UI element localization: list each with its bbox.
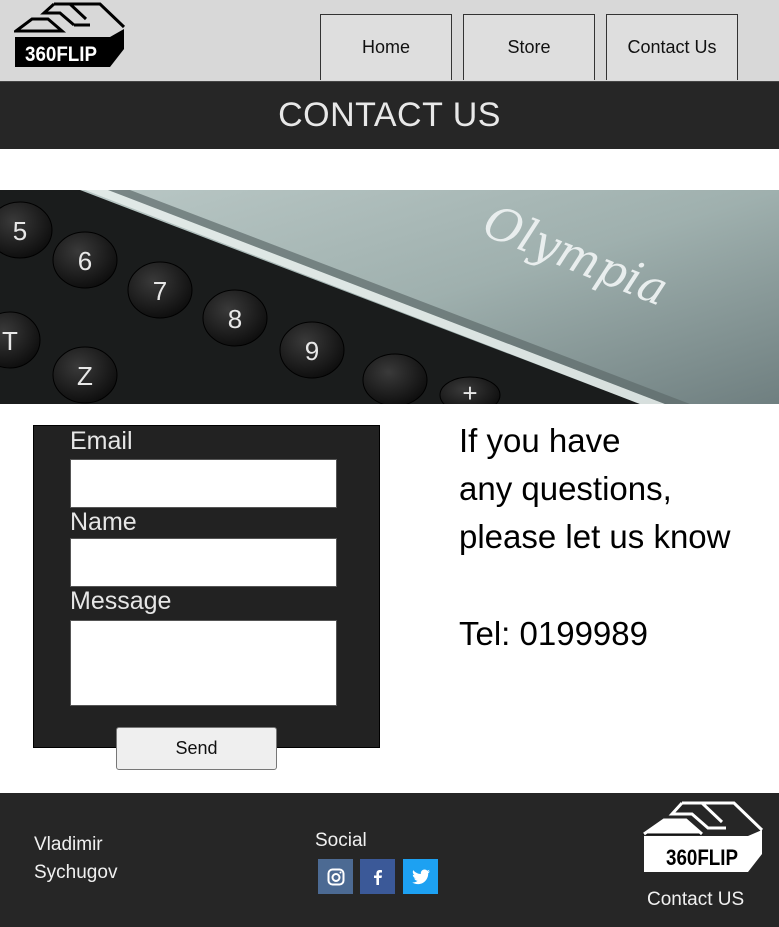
- author-first-name: Vladimir: [34, 834, 103, 855]
- page-title-bar: CONTACT US: [0, 82, 779, 149]
- author-last-name: Sychugov: [34, 862, 118, 883]
- message-label: Message: [70, 587, 172, 615]
- key-5: 5: [13, 216, 27, 246]
- banner-image: 5 6 7 8 9 T Z + Olympia: [0, 190, 779, 404]
- email-field[interactable]: [70, 459, 337, 508]
- nav-contact-button[interactable]: Contact Us: [606, 14, 738, 80]
- logo-360flip[interactable]: 360FLIP: [14, 1, 126, 69]
- key-t: T: [2, 326, 18, 356]
- contact-form: Email Name Message: [33, 425, 380, 748]
- footer-logo-text: 360FLIP: [666, 845, 738, 870]
- info-line-1: If you have: [459, 422, 621, 459]
- page-title: CONTACT US: [278, 96, 501, 134]
- message-field[interactable]: [70, 620, 337, 706]
- key-7: 7: [153, 276, 167, 306]
- nav-home-button[interactable]: Home: [320, 14, 452, 80]
- nav-store-button[interactable]: Store: [463, 14, 595, 80]
- telephone-text: Tel: 0199989: [459, 615, 648, 652]
- social-label: Social: [315, 830, 367, 851]
- nav-store-label: Store: [507, 37, 551, 57]
- footer-logo[interactable]: 360FLIP: [642, 800, 764, 882]
- name-label: Name: [70, 508, 137, 536]
- info-line-3: please let us know: [459, 518, 731, 555]
- twitter-icon[interactable]: [403, 859, 438, 894]
- info-line-2: any questions,: [459, 470, 672, 507]
- send-label: Send: [175, 738, 218, 758]
- key-z: Z: [77, 361, 93, 391]
- key-6: 6: [78, 246, 92, 276]
- nav-home-label: Home: [361, 37, 410, 57]
- facebook-icon[interactable]: [360, 859, 395, 894]
- logo-text: 360FLIP: [25, 43, 97, 66]
- nav-contact-label: Contact Us: [627, 37, 717, 57]
- typewriter-illustration: 5 6 7 8 9 T Z + Olympia: [0, 190, 779, 404]
- top-header: 360FLIP Home Store Contact Us: [0, 0, 779, 82]
- email-label: Email: [70, 427, 133, 455]
- key-plus: +: [462, 378, 477, 404]
- key-8: 8: [228, 304, 242, 334]
- name-field[interactable]: [70, 538, 337, 587]
- footer-contact-link[interactable]: Contact US: [647, 889, 744, 911]
- send-button[interactable]: Send: [116, 727, 277, 770]
- key-9: 9: [305, 336, 319, 366]
- instagram-icon[interactable]: [318, 859, 353, 894]
- footer: Vladimir Sychugov Social 360FLIP Contact…: [0, 793, 779, 927]
